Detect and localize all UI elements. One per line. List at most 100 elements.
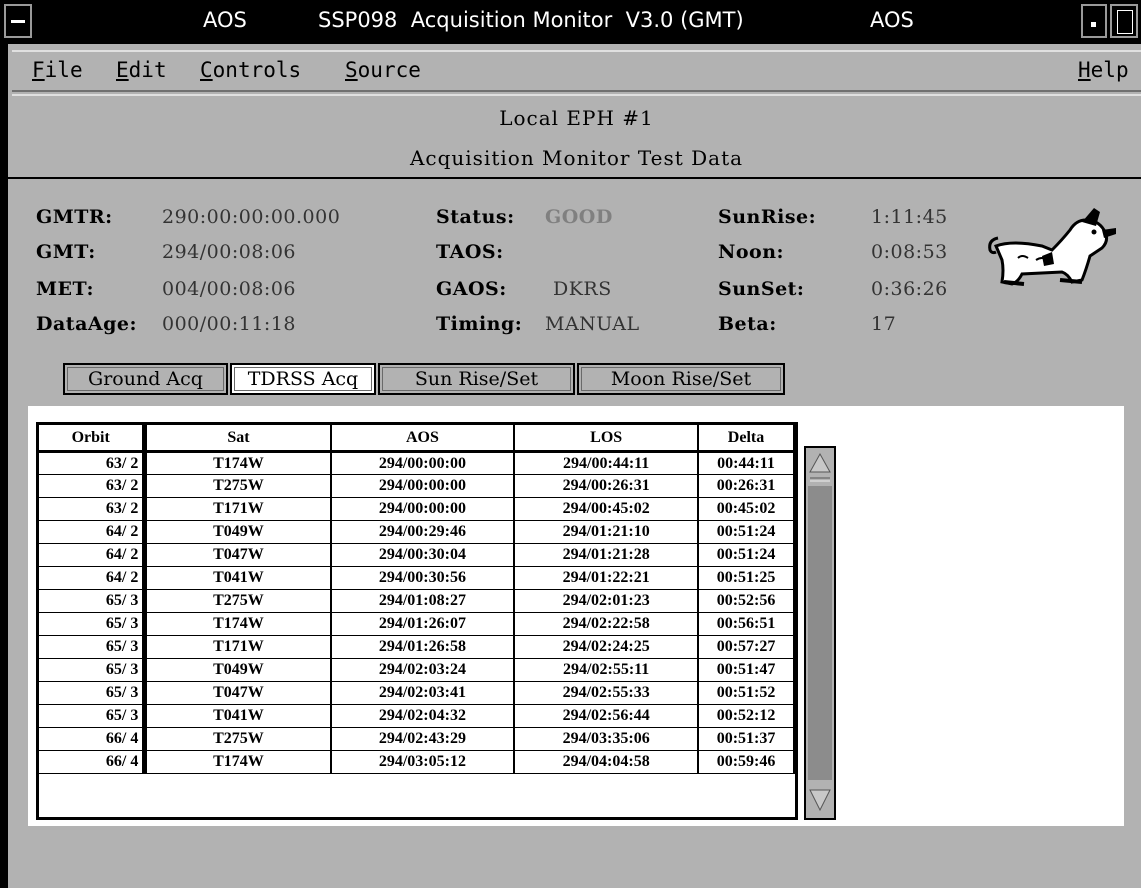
- maximize-button[interactable]: [1110, 4, 1138, 38]
- tab-sun-rise-set[interactable]: Sun Rise/Set: [378, 363, 575, 395]
- menu-source-label: ource: [357, 58, 421, 82]
- cell-sat: T275W: [144, 474, 332, 498]
- table-row[interactable]: 65/ 3 T275W 294/01:08:27 294/02:01:23 00:52:…: [39, 589, 795, 613]
- menu-controls[interactable]: Controls: [200, 58, 301, 82]
- table-row[interactable]: 64/ 2 T047W 294/00:30:04 294/01:21:28 00:51:…: [39, 543, 795, 567]
- column-header-los[interactable]: LOS: [514, 425, 700, 453]
- cell-sat: T174W: [144, 451, 332, 475]
- table-row[interactable]: 64/ 2 T041W 294/00:30:56 294/01:22:21 00:51:…: [39, 566, 795, 590]
- tab-tdrss-acq[interactable]: TDRSS Acq: [230, 363, 376, 395]
- column-header-sat[interactable]: Sat: [144, 425, 332, 453]
- dog-mascot-icon: [988, 208, 1116, 286]
- cell-orbit: 63/ 2: [39, 497, 148, 521]
- cell-los: 294/01:21:28: [514, 543, 700, 567]
- cell-delta: 00:45:02: [698, 497, 795, 521]
- menu-edit-mnemonic: E: [116, 58, 129, 82]
- minimize-button[interactable]: [1081, 4, 1107, 38]
- status-label: Status:: [436, 206, 515, 228]
- acquisition-table-body: Orbit Sat AOS LOS Delta 63/ 2 T174W 294/00…: [39, 425, 795, 774]
- scroll-down-arrow-icon[interactable]: [808, 780, 832, 816]
- table-row[interactable]: 65/ 3 T047W 294/02:03:41 294/02:55:33 00:51:…: [39, 681, 795, 705]
- gmtr-value: 290:00:00:00.000: [162, 206, 341, 228]
- taos-label: TAOS:: [436, 241, 504, 263]
- sunset-label: SunSet:: [718, 278, 805, 300]
- cell-aos: 294/01:08:27: [330, 589, 516, 613]
- cell-aos: 294/00:30:04: [330, 543, 516, 567]
- scrollbar-track[interactable]: [808, 450, 832, 816]
- header-area: Local EPH #1 Acquisition Monitor Test Da…: [12, 94, 1141, 180]
- beta-label: Beta:: [718, 313, 777, 335]
- header-data-title: Acquisition Monitor Test Data: [409, 146, 744, 170]
- cell-sat: T047W: [144, 681, 332, 705]
- table-row[interactable]: 64/ 2 T049W 294/00:29:46 294/01:21:10 00:51:…: [39, 520, 795, 544]
- table-row[interactable]: 65/ 3 T171W 294/01:26:58 294/02:24:25 00:57:…: [39, 635, 795, 659]
- table-row[interactable]: 63/ 2 T174W 294/00:00:00 294/00:44:11 00:44:…: [39, 451, 795, 475]
- sunrise-label: SunRise:: [718, 206, 817, 228]
- tab-ground-acq-bevel: [67, 367, 224, 391]
- table-row[interactable]: 65/ 3 T049W 294/02:03:24 294/02:55:11 00:51:…: [39, 658, 795, 682]
- cell-aos: 294/02:03:24: [330, 658, 516, 682]
- table-row[interactable]: 63/ 2 T275W 294/00:00:00 294/00:26:31 00:26:…: [39, 474, 795, 498]
- dataage-label: DataAge:: [36, 313, 138, 335]
- column-header-delta[interactable]: Delta: [698, 425, 795, 453]
- window-title: AOS SSP098 Acquisition Monitor V3.0 (GMT…: [0, 0, 1141, 44]
- cell-orbit: 65/ 3: [39, 681, 148, 705]
- cell-los: 294/02:55:33: [514, 681, 700, 705]
- menu-file[interactable]: File: [32, 58, 83, 82]
- cell-aos: 294/00:00:00: [330, 497, 516, 521]
- gmt-value: 294/00:08:06: [162, 241, 296, 263]
- tab-ground-acq[interactable]: Ground Acq: [63, 363, 228, 395]
- menu-controls-mnemonic: C: [200, 58, 213, 82]
- column-header-aos[interactable]: AOS: [330, 425, 516, 453]
- table-row[interactable]: 65/ 3 T174W 294/01:26:07 294/02:22:58 00:56:…: [39, 612, 795, 636]
- cell-orbit: 65/ 3: [39, 704, 148, 728]
- cell-sat: T275W: [144, 727, 332, 751]
- met-value: 004/00:08:06: [162, 278, 296, 300]
- window-left-frame: [0, 44, 8, 888]
- cell-orbit: 66/ 4: [39, 727, 148, 751]
- maximize-icon: [1117, 10, 1133, 34]
- menu-source[interactable]: Source: [345, 58, 421, 82]
- gaos-value: DKRS: [553, 278, 612, 300]
- noon-value: 0:08:53: [871, 241, 948, 263]
- cell-sat: T041W: [144, 566, 332, 590]
- cell-los: 294/01:22:21: [514, 566, 700, 590]
- title-aos-right: AOS: [870, 8, 914, 32]
- cell-aos: 294/00:00:00: [330, 474, 516, 498]
- cell-orbit: 63/ 2: [39, 451, 148, 475]
- cell-delta: 00:51:47: [698, 658, 795, 682]
- status-value: GOOD: [545, 206, 613, 228]
- cell-aos: 294/00:29:46: [330, 520, 516, 544]
- cell-delta: 00:52:12: [698, 704, 795, 728]
- menu-file-mnemonic: F: [32, 58, 45, 82]
- column-header-orbit[interactable]: Orbit: [39, 425, 148, 453]
- dataage-value: 000/00:11:18: [162, 313, 296, 335]
- table-row[interactable]: 66/ 4 T174W 294/03:05:12 294/04:04:58 00:59:…: [39, 750, 795, 774]
- cell-orbit: 66/ 4: [39, 750, 148, 774]
- status-area: [12, 832, 1141, 888]
- cell-los: 294/00:44:11: [514, 451, 700, 475]
- menu-help[interactable]: Help: [1078, 58, 1129, 82]
- noon-label: Noon:: [718, 241, 785, 263]
- cell-delta: 00:44:11: [698, 451, 795, 475]
- cell-aos: 294/02:04:32: [330, 704, 516, 728]
- table-row[interactable]: 65/ 3 T041W 294/02:04:32 294/02:56:44 00:52:…: [39, 704, 795, 728]
- tab-tdrss-acq-bevel: [234, 367, 372, 391]
- cell-sat: T047W: [144, 543, 332, 567]
- cell-sat: T041W: [144, 704, 332, 728]
- menu-edit[interactable]: Edit: [116, 58, 167, 82]
- cell-los: 294/04:04:58: [514, 750, 700, 774]
- table-scrollbar[interactable]: [804, 446, 836, 820]
- cell-delta: 00:52:56: [698, 589, 795, 613]
- title-bar[interactable]: AOS SSP098 Acquisition Monitor V3.0 (GMT…: [0, 0, 1141, 44]
- cell-aos: 294/03:05:12: [330, 750, 516, 774]
- sunrise-value: 1:11:45: [871, 206, 948, 228]
- table-row[interactable]: 66/ 4 T275W 294/02:43:29 294/03:35:06 00:51:…: [39, 727, 795, 751]
- header-ephemeris: Local EPH #1: [499, 106, 654, 130]
- cell-orbit: 65/ 3: [39, 658, 148, 682]
- gmt-label: GMT:: [36, 241, 96, 263]
- scroll-up-arrow-icon[interactable]: [808, 450, 832, 486]
- cell-los: 294/02:24:25: [514, 635, 700, 659]
- tab-moon-rise-set[interactable]: Moon Rise/Set: [577, 363, 785, 395]
- table-row[interactable]: 63/ 2 T171W 294/00:00:00 294/00:45:02 00:45:…: [39, 497, 795, 521]
